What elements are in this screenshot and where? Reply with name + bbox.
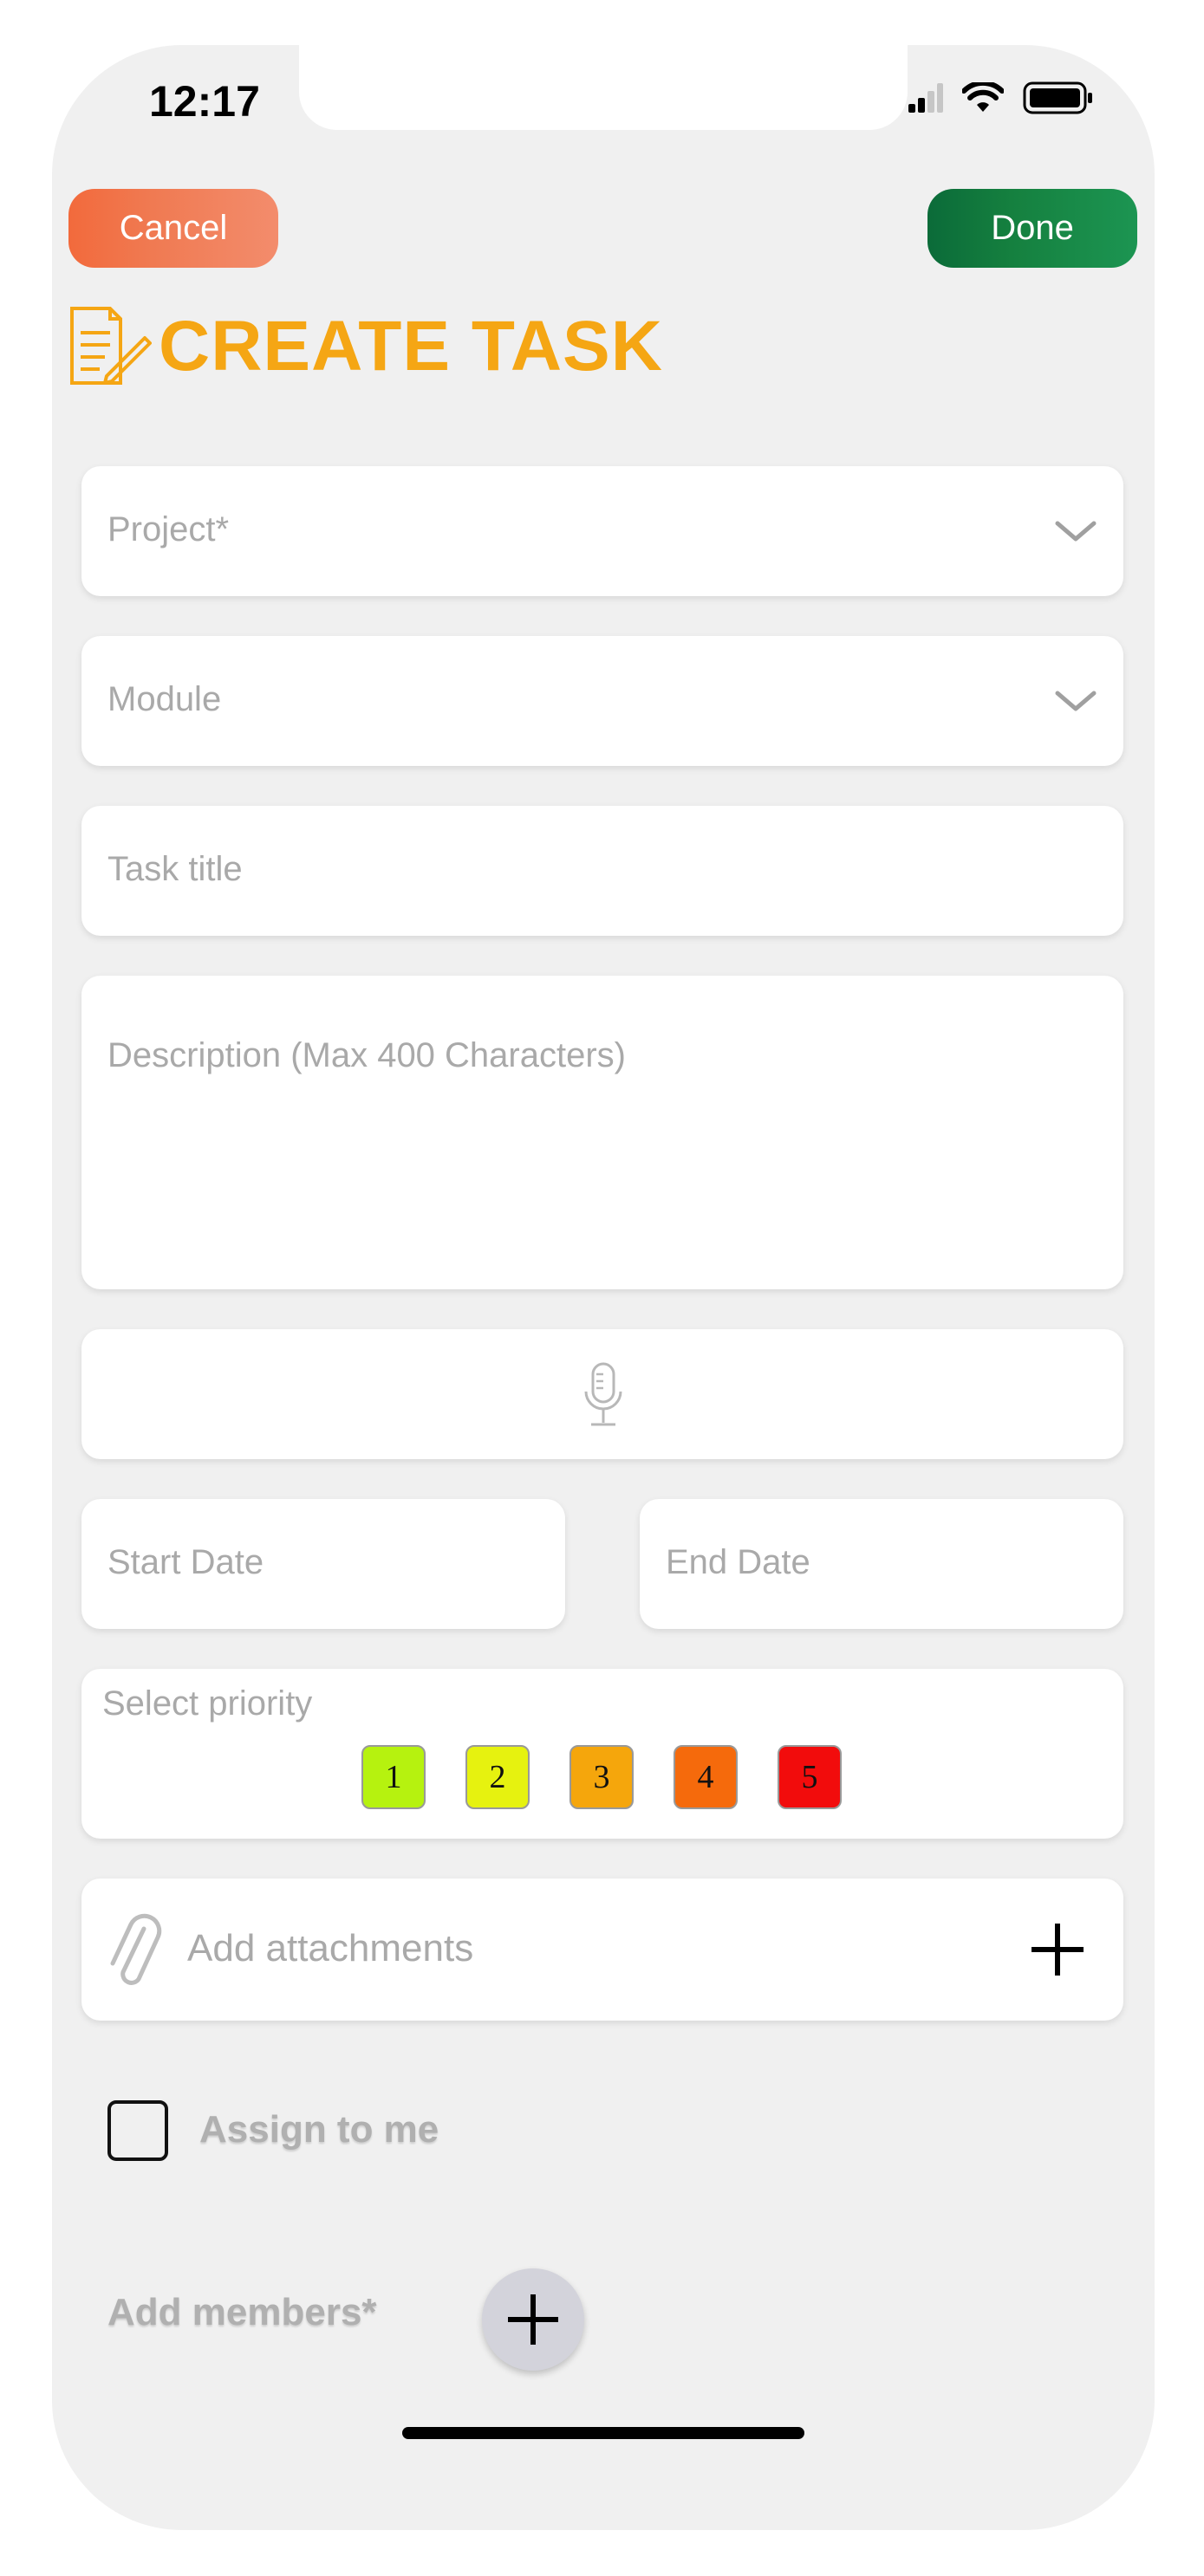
priority-2-button[interactable]: 2 [465, 1745, 530, 1809]
cellular-signal-icon [908, 83, 943, 113]
priority-selector: Select priority 1 2 3 4 5 [81, 1669, 1123, 1839]
priority-label: Select priority [102, 1684, 313, 1723]
home-indicator[interactable] [402, 2427, 804, 2439]
task-title-placeholder: Task title [107, 850, 243, 888]
module-placeholder: Module [107, 680, 222, 718]
page-header: CREATE TASK [65, 303, 663, 390]
add-members-label: Add members* [107, 2291, 377, 2333]
paperclip-icon [110, 1913, 162, 1985]
description-placeholder: Description (Max 400 Characters) [107, 1036, 626, 1074]
assign-to-me-label: Assign to me [199, 2108, 439, 2151]
plus-icon[interactable] [1030, 1922, 1085, 1977]
page-title: CREATE TASK [159, 307, 663, 386]
note-edit-icon [70, 307, 152, 385]
phone-screen: 12:17 Cancel Done CREATE TASK Project* M… [52, 45, 1155, 2530]
chevron-down-icon [1055, 691, 1097, 711]
module-select[interactable]: Module [81, 636, 1123, 766]
priority-3-button[interactable]: 3 [569, 1745, 634, 1809]
done-button[interactable]: Done [927, 189, 1137, 268]
status-icons [908, 81, 1094, 114]
attachments-label: Add attachments [187, 1927, 474, 1969]
project-select[interactable]: Project* [81, 466, 1123, 596]
notch [299, 45, 908, 130]
priority-5-button[interactable]: 5 [778, 1745, 842, 1809]
add-attachments-row[interactable]: Add attachments [81, 1878, 1123, 2021]
plus-icon [508, 2294, 558, 2345]
status-time: 12:17 [149, 77, 260, 126]
start-date-field[interactable]: Start Date [81, 1499, 565, 1629]
priority-4-button[interactable]: 4 [674, 1745, 738, 1809]
priority-options: 1 2 3 4 5 [361, 1745, 842, 1809]
priority-1-button[interactable]: 1 [361, 1745, 426, 1809]
wifi-icon [962, 82, 1004, 112]
microphone-icon [584, 1362, 622, 1426]
task-title-input[interactable]: Task title [81, 806, 1123, 936]
end-date-placeholder: End Date [666, 1543, 810, 1581]
description-textarea[interactable]: Description (Max 400 Characters) [81, 976, 1123, 1289]
cancel-button[interactable]: Cancel [68, 189, 278, 268]
voice-input-button[interactable] [81, 1329, 1123, 1459]
project-placeholder: Project* [107, 510, 230, 548]
chevron-down-icon [1055, 521, 1097, 542]
battery-icon [1023, 81, 1092, 114]
add-member-button[interactable] [482, 2268, 584, 2371]
assign-to-me-checkbox[interactable] [107, 2100, 168, 2161]
end-date-field[interactable]: End Date [640, 1499, 1123, 1629]
start-date-placeholder: Start Date [107, 1543, 264, 1581]
